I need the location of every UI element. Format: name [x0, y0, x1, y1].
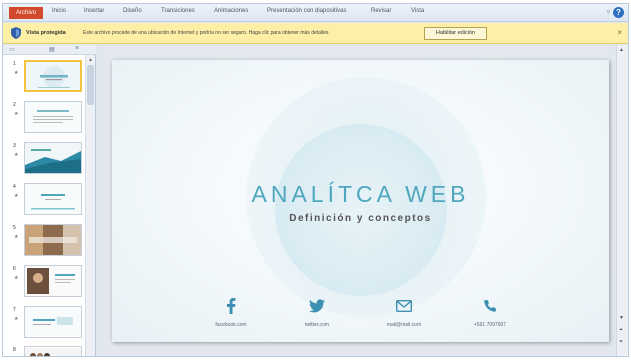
- slide-thumbnail-6[interactable]: [24, 265, 82, 297]
- facebook-icon: [196, 297, 266, 315]
- current-slide[interactable]: ANALÍTCA WEB Definición y conceptos face…: [112, 60, 609, 342]
- slide-thumbnail-3[interactable]: [24, 142, 82, 174]
- contact-label: +591 7097607: [473, 322, 507, 328]
- thumbnail-image: [25, 184, 81, 214]
- next-slide-icon[interactable]: ⏷: [619, 339, 623, 345]
- help-icon[interactable]: ?: [613, 7, 624, 18]
- scroll-thumb[interactable]: [87, 65, 94, 105]
- close-panel-icon[interactable]: ×: [75, 45, 79, 52]
- protected-view-bar: Vista protegida Este archivo procede de …: [3, 23, 628, 44]
- tab-view[interactable]: Vista: [411, 8, 424, 14]
- slide-thumbnails-panel: ▭ ▤ × 1 ★ 2 ★ 3 ★ 4 ★ 5 ★ 6 ★ 7 ★ 8 ▲: [3, 45, 96, 356]
- thumbnails-header: ▭ ▤ ×: [3, 45, 96, 55]
- thumbnail-image: [25, 102, 81, 132]
- star-icon: ★: [14, 70, 19, 76]
- outline-tab-icon[interactable]: ▭: [9, 46, 15, 53]
- protected-view-message[interactable]: Este archivo procede de una ubicación de…: [83, 30, 330, 36]
- slide-number: 7: [13, 307, 16, 313]
- minimize-ribbon-icon[interactable]: ▿: [606, 8, 610, 16]
- contact-phone: +591 7097607: [455, 297, 525, 328]
- slide-thumbnail-4[interactable]: [24, 183, 82, 215]
- thumbnail-image: [25, 143, 81, 173]
- contact-mail: mail@mail.com: [369, 297, 439, 328]
- tab-animations[interactable]: Animaciones: [214, 8, 248, 14]
- star-icon: ★: [14, 316, 19, 322]
- contact-facebook: facebook.com: [196, 297, 266, 328]
- thumbnail-image: [25, 348, 81, 356]
- thumbnail-image: [25, 225, 81, 255]
- ribbon-tabs: Archivo Inicio Insertar Diseño Transicio…: [3, 4, 628, 22]
- mail-icon: [369, 297, 439, 315]
- slide-number: 3: [13, 143, 16, 149]
- contact-twitter: twitter.com: [282, 297, 352, 328]
- powerpoint-window: Archivo Inicio Insertar Diseño Transicio…: [2, 3, 629, 357]
- vertical-scrollbar[interactable]: ▲ ▼ ⏶ ⏷: [616, 45, 628, 356]
- tab-review[interactable]: Revisar: [371, 8, 391, 14]
- slide-title[interactable]: ANALÍTCA WEB: [112, 181, 609, 208]
- thumbnails-scrollbar[interactable]: ▲: [85, 55, 95, 356]
- twitter-icon: [282, 297, 352, 315]
- scroll-up-icon[interactable]: ▲: [88, 57, 93, 63]
- protected-view-title: Vista protegida: [26, 30, 66, 36]
- slide-editing-area: ANALÍTCA WEB Definición y conceptos face…: [97, 45, 615, 356]
- slide-number: 4: [13, 184, 16, 190]
- star-icon: ★: [14, 275, 19, 281]
- thumbnail-image: [25, 266, 81, 296]
- slide-thumbnail-7[interactable]: [24, 306, 82, 338]
- slide-thumbnail-8[interactable]: [24, 346, 82, 356]
- tab-file[interactable]: Archivo: [9, 7, 43, 19]
- background-inner-circle: [275, 124, 447, 296]
- slide-thumbnail-1[interactable]: [24, 60, 82, 92]
- slide-number: 5: [13, 225, 16, 231]
- tab-home[interactable]: Inicio: [52, 8, 66, 14]
- shield-icon: [11, 27, 21, 39]
- slide-subtitle[interactable]: Definición y conceptos: [112, 213, 609, 224]
- slide-thumbnail-5[interactable]: [24, 224, 82, 256]
- tab-insert[interactable]: Insertar: [84, 8, 104, 14]
- phone-icon: [455, 297, 525, 315]
- contact-label: twitter.com: [305, 322, 329, 328]
- contact-label: facebook.com: [215, 322, 247, 328]
- tab-design[interactable]: Diseño: [123, 8, 142, 14]
- slide-number: 1: [13, 61, 16, 67]
- star-icon: ★: [14, 152, 19, 158]
- previous-slide-icon[interactable]: ⏶: [619, 327, 623, 333]
- star-icon: ★: [14, 111, 19, 117]
- star-icon: ★: [14, 193, 19, 199]
- thumbnail-image: [26, 62, 80, 90]
- contact-label: mail@mail.com: [386, 322, 422, 328]
- slide-number: 8: [13, 347, 16, 353]
- close-icon[interactable]: ×: [617, 28, 622, 37]
- tab-transitions[interactable]: Transiciones: [161, 8, 195, 14]
- slides-tab-icon[interactable]: ▤: [49, 46, 55, 53]
- tab-slideshow[interactable]: Presentación con diapositivas: [267, 8, 346, 14]
- slide-thumbnail-2[interactable]: [24, 101, 82, 133]
- star-icon: ★: [14, 234, 19, 240]
- slide-number: 2: [13, 102, 16, 108]
- thumbnail-image: [25, 307, 81, 337]
- scroll-down-icon[interactable]: ▼: [619, 315, 624, 321]
- scroll-up-icon[interactable]: ▲: [619, 47, 624, 53]
- slide-number: 6: [13, 266, 16, 272]
- enable-editing-button[interactable]: Habilitar edición: [424, 27, 487, 40]
